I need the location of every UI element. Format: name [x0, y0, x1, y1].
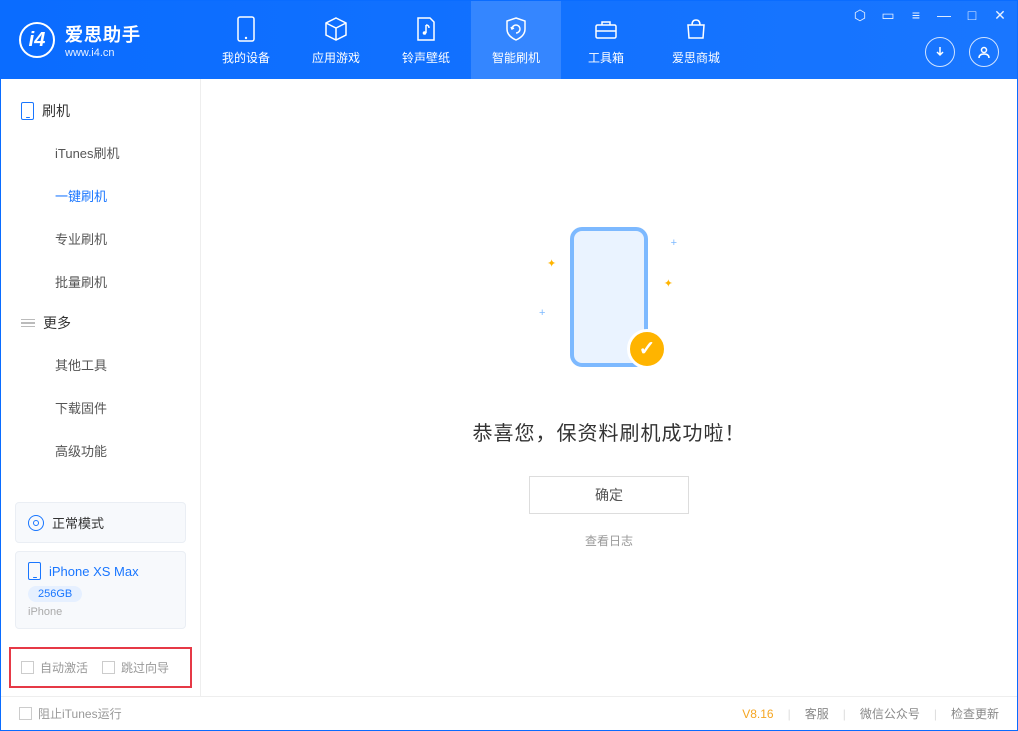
mode-icon — [28, 515, 44, 531]
app-window: i4 爱思助手 www.i4.cn 我的设备 应用游戏 — [0, 0, 1018, 731]
app-url: www.i4.cn — [65, 47, 141, 59]
check-badge-icon: ✓ — [627, 329, 667, 369]
tab-apps-games[interactable]: 应用游戏 — [291, 1, 381, 79]
success-illustration: ✦ + + ✦ ✓ — [539, 227, 679, 387]
tab-label: 爱思商城 — [672, 49, 720, 66]
shirt-icon[interactable]: ⬡ — [851, 7, 869, 24]
status-link-wechat[interactable]: 微信公众号 — [860, 705, 920, 722]
app-logo-icon: i4 — [19, 22, 55, 58]
sparkle-icon: + — [539, 307, 545, 319]
sparkle-icon: ✦ — [664, 277, 673, 290]
tab-label: 我的设备 — [222, 49, 270, 66]
tab-store[interactable]: 爱思商城 — [651, 1, 741, 79]
sparkle-icon: ✦ — [547, 257, 556, 270]
bottom-options-highlight: 自动激活 跳过向导 — [9, 647, 192, 688]
group-title: 刷机 — [42, 101, 70, 121]
tab-label: 应用游戏 — [312, 49, 360, 66]
tab-label: 智能刷机 — [492, 49, 540, 66]
statusbar: 阻止iTunes运行 V8.16 | 客服 | 微信公众号 | 检查更新 — [1, 696, 1017, 730]
sidebar-item-onekey-flash[interactable]: 一键刷机 — [1, 174, 200, 217]
sidebar: 刷机 iTunes刷机 一键刷机 专业刷机 批量刷机 更多 其他工具 下载固件 … — [1, 79, 201, 696]
nav-tabs: 我的设备 应用游戏 铃声壁纸 智能刷机 — [201, 1, 741, 79]
tab-label: 工具箱 — [588, 49, 624, 66]
sidebar-item-itunes-flash[interactable]: iTunes刷机 — [1, 131, 200, 174]
main-content: ✦ + + ✦ ✓ 恭喜您，保资料刷机成功啦！ 确定 查看日志 — [201, 79, 1017, 696]
titlebar: i4 爱思助手 www.i4.cn 我的设备 应用游戏 — [1, 1, 1017, 79]
tab-toolbox[interactable]: 工具箱 — [561, 1, 651, 79]
sparkle-icon: + — [671, 237, 677, 249]
menu-icon[interactable]: ≡ — [907, 7, 925, 24]
app-name: 爱思助手 — [65, 21, 141, 47]
checkbox-auto-activate[interactable]: 自动激活 — [21, 659, 88, 676]
download-button[interactable] — [925, 37, 955, 67]
checkbox-label: 跳过向导 — [121, 659, 169, 676]
phone-icon — [21, 102, 34, 120]
bag-icon — [682, 15, 710, 43]
body-area: 刷机 iTunes刷机 一键刷机 专业刷机 批量刷机 更多 其他工具 下载固件 … — [1, 79, 1017, 696]
ok-button[interactable]: 确定 — [529, 476, 689, 514]
device-name: iPhone XS Max — [49, 564, 139, 579]
shield-refresh-icon — [502, 15, 530, 43]
sidebar-group-flash: 刷机 — [1, 91, 200, 131]
device-mode: 正常模式 — [52, 513, 104, 532]
device-icon — [232, 15, 260, 43]
tab-smart-flash[interactable]: 智能刷机 — [471, 1, 561, 79]
tab-my-device[interactable]: 我的设备 — [201, 1, 291, 79]
group-title: 更多 — [43, 313, 71, 333]
music-file-icon — [412, 15, 440, 43]
cube-icon — [322, 15, 350, 43]
phone-icon — [28, 562, 41, 580]
user-button[interactable] — [969, 37, 999, 67]
device-type: iPhone — [28, 606, 173, 618]
success-message: 恭喜您，保资料刷机成功啦！ — [473, 417, 746, 446]
sidebar-item-download-firmware[interactable]: 下载固件 — [1, 386, 200, 429]
note-icon[interactable]: ▭ — [879, 7, 897, 24]
checkbox-icon — [102, 661, 115, 674]
status-link-update[interactable]: 检查更新 — [951, 705, 999, 722]
checkbox-skip-guide[interactable]: 跳过向导 — [102, 659, 169, 676]
view-log-link[interactable]: 查看日志 — [585, 532, 633, 549]
list-icon — [21, 319, 35, 328]
window-controls: ⬡ ▭ ≡ ― □ ✕ — [851, 7, 1009, 24]
checkbox-block-itunes[interactable]: 阻止iTunes运行 — [19, 705, 122, 722]
checkbox-icon — [21, 661, 34, 674]
sidebar-item-other-tools[interactable]: 其他工具 — [1, 343, 200, 386]
header-right-buttons — [925, 37, 999, 67]
device-info-box[interactable]: iPhone XS Max 256GB iPhone — [15, 551, 186, 629]
sidebar-item-advanced[interactable]: 高级功能 — [1, 429, 200, 472]
status-link-support[interactable]: 客服 — [805, 705, 829, 722]
device-mode-box[interactable]: 正常模式 — [15, 502, 186, 543]
minimize-button[interactable]: ― — [935, 7, 953, 24]
checkbox-label: 阻止iTunes运行 — [38, 705, 122, 722]
sidebar-item-pro-flash[interactable]: 专业刷机 — [1, 217, 200, 260]
sidebar-group-more: 更多 — [1, 303, 200, 343]
checkbox-label: 自动激活 — [40, 659, 88, 676]
maximize-button[interactable]: □ — [963, 7, 981, 24]
logo-area: i4 爱思助手 www.i4.cn — [1, 21, 201, 59]
toolbox-icon — [592, 15, 620, 43]
tab-ringtone-wallpaper[interactable]: 铃声壁纸 — [381, 1, 471, 79]
checkbox-icon — [19, 707, 32, 720]
version-text: V8.16 — [742, 707, 773, 721]
device-capacity-badge: 256GB — [28, 586, 82, 602]
sidebar-item-batch-flash[interactable]: 批量刷机 — [1, 260, 200, 303]
tab-label: 铃声壁纸 — [402, 49, 450, 66]
logo-text: 爱思助手 www.i4.cn — [65, 21, 141, 59]
close-button[interactable]: ✕ — [991, 7, 1009, 24]
